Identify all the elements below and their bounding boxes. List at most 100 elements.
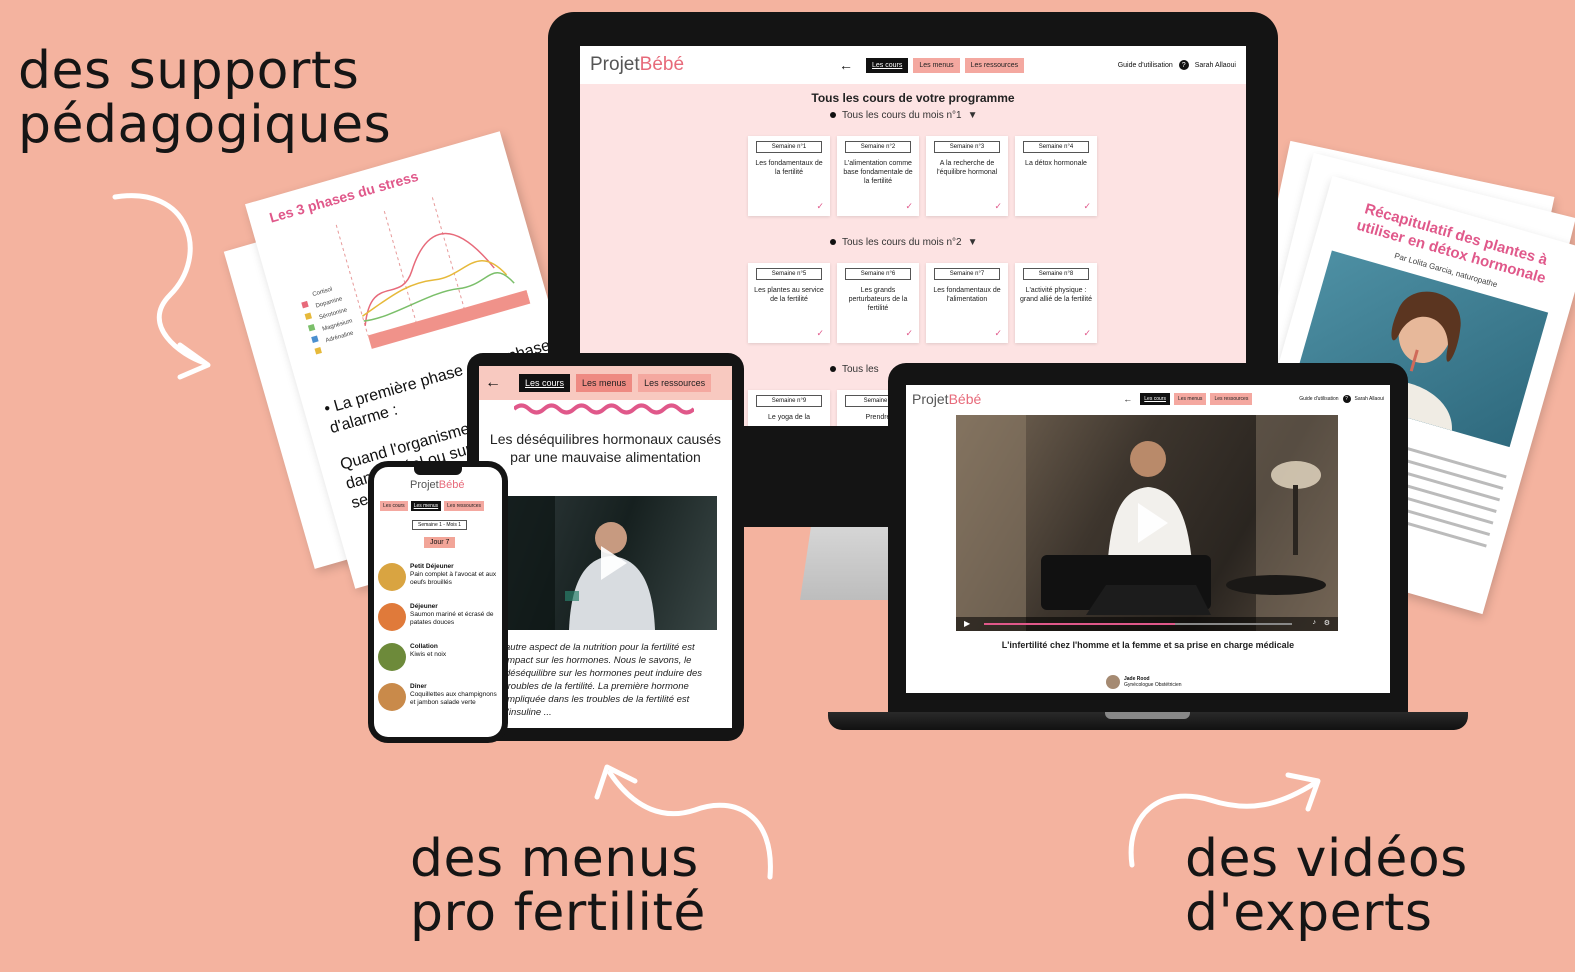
month-2-toggle[interactable]: Tous les cours du mois n°2 ▼: [830, 237, 978, 248]
video-controls: ▶ ⚙ ♪: [956, 617, 1338, 631]
meal-item[interactable]: Dîner Coquillettes aux champignons et jam…: [378, 683, 502, 711]
header-right: Guide d'utilisation ? Sarah Allaoui: [1118, 60, 1236, 70]
tab-cours[interactable]: Les cours: [1140, 393, 1170, 405]
volume-icon[interactable]: ♪: [1313, 619, 1317, 626]
settings-icon[interactable]: ⚙: [1324, 619, 1330, 627]
meal-text: Petit Déjeuner Pain complet à l'avocat et…: [410, 563, 502, 591]
meal-photo: [378, 683, 406, 711]
tab-cours[interactable]: Les cours: [866, 57, 909, 73]
logo[interactable]: ProjetBébé: [410, 479, 464, 491]
meal-desc: Saumon mariné et écrasé de patates douce…: [410, 611, 494, 626]
card-week-label: Semaine n°4: [1023, 141, 1089, 153]
tab-ressources[interactable]: Les ressources: [638, 374, 712, 392]
course-card[interactable]: Semaine n°2 L'alimentation comme base fon…: [837, 136, 919, 216]
course-card[interactable]: Semaine n°1 Les fondamentaux de la fertil…: [748, 136, 830, 216]
tab-menus[interactable]: Les menus: [576, 374, 633, 392]
check-icon: ✓: [1083, 201, 1091, 211]
video-screen: ProjetBébé ← Les cours Les menus Les res…: [906, 385, 1390, 693]
meal-item[interactable]: Collation Kiwis et noix: [378, 643, 446, 671]
card-title: Les fondamentaux de la fertilité: [755, 160, 823, 176]
help-icon[interactable]: ?: [1178, 60, 1189, 70]
check-icon: ✓: [905, 201, 913, 211]
card-title: La détox hormonale: [1025, 160, 1087, 167]
play-icon[interactable]: [601, 546, 627, 580]
curved-arrow-icon: [112, 193, 211, 380]
meal-photo: [378, 603, 406, 631]
phone: ProjetBébé Les cours Les menus Les resso…: [368, 461, 508, 743]
tab-ressources[interactable]: Les ressources: [444, 501, 485, 511]
card-title: L'alimentation comme base fondamentale d…: [843, 160, 913, 185]
month-3-toggle[interactable]: Tous les: [830, 364, 879, 375]
meal-photo: [378, 563, 406, 591]
app-header: ProjetBébé ← Les cours Les menus Les res…: [906, 385, 1390, 413]
card-week-label: Semaine n°6: [845, 268, 911, 280]
course-card[interactable]: Semaine n°3 A la recherche de l'équilibre…: [926, 136, 1008, 216]
card-title: Les fondamentaux de l'alimentation: [933, 287, 1001, 303]
video-title: L'infertilité chez l'homme et la femme e…: [1001, 640, 1295, 650]
month-label: Tous les cours du mois n°2: [842, 237, 962, 248]
main-nav: ← Les cours Les menus Les ressources: [839, 57, 1025, 73]
card-week-label: Semaine n°8: [1023, 268, 1089, 280]
month-1-toggle[interactable]: Tous les cours du mois n°1 ▼: [830, 110, 978, 121]
course-card[interactable]: Semaine n°5 Les plantes au service de la …: [748, 263, 830, 343]
meal-name: Collation: [410, 643, 438, 650]
tab-menus[interactable]: Les menus: [410, 501, 442, 511]
triangle-down-icon: ▼: [967, 237, 978, 248]
check-icon: ✓: [1083, 328, 1091, 338]
meal-name: Dîner: [410, 683, 427, 690]
course-card[interactable]: Semaine n°6 Les grands perturbateurs de l…: [837, 263, 919, 343]
card-title: Les grands perturbateurs de la fertilité: [848, 287, 908, 312]
caption-line: des supports: [18, 41, 360, 101]
meal-desc: Kiwis et noix: [410, 651, 447, 658]
play-icon[interactable]: [1138, 503, 1168, 543]
tab-menus[interactable]: Les menus: [913, 57, 960, 73]
back-arrow-icon[interactable]: ←: [839, 57, 853, 73]
tab-ressources[interactable]: Les ressources: [1210, 393, 1253, 405]
guide-link[interactable]: Guide d'utilisation: [1299, 396, 1338, 402]
meal-text: Collation Kiwis et noix: [410, 643, 446, 671]
user-name[interactable]: Sarah Allaoui: [1195, 62, 1236, 69]
tab-cours[interactable]: Les cours: [380, 501, 408, 511]
week-selector[interactable]: Semaine 1 - Mois 1: [412, 520, 468, 530]
page-title: Tous les cours de votre programme: [811, 91, 1015, 105]
card-title: Le yoga de la: [767, 414, 811, 421]
card-title: A la recherche de l'équilibre hormonal: [936, 160, 998, 176]
back-arrow-icon[interactable]: ←: [485, 374, 501, 392]
course-card[interactable]: Semaine n°8 L'activité physique : grand a…: [1015, 263, 1097, 343]
play-small-icon[interactable]: ▶: [964, 619, 970, 628]
caption-videos: des vidéos d'experts: [1185, 832, 1468, 940]
course-card[interactable]: Semaine n°7 Les fondamentaux de l'aliment…: [926, 263, 1008, 343]
back-arrow-icon[interactable]: ←: [1123, 394, 1132, 404]
meal-item[interactable]: Déjeuner Saumon mariné et écrasé de patat…: [378, 603, 502, 631]
course-card[interactable]: Semaine n°9 Le yoga de la: [748, 390, 830, 426]
course-card[interactable]: Semaine n°4 La détox hormonale ✓: [1015, 136, 1097, 216]
meal-name: Déjeuner: [410, 603, 438, 610]
meal-desc: Pain complet à l'avocat et aux oeufs bro…: [410, 571, 497, 586]
day-badge[interactable]: Jour 7: [424, 537, 456, 548]
meal-desc: Coquillettes aux champignons et jambon s…: [410, 691, 497, 706]
tab-menus[interactable]: Les menus: [1173, 393, 1207, 405]
tab-cours[interactable]: Les cours: [519, 374, 571, 392]
video-player[interactable]: ▶ ⚙ ♪: [956, 415, 1338, 631]
meal-item[interactable]: Petit Déjeuner Pain complet à l'avocat et…: [378, 563, 502, 591]
card-week-label: Semaine n°2: [845, 141, 911, 153]
app-header: ← Les cours Les menus Les ressources: [479, 366, 732, 400]
bullet-icon: [830, 366, 836, 373]
meal-name: Petit Déjeuner: [410, 563, 454, 570]
caption-line: des vidéos: [1185, 829, 1468, 889]
logo-text: Projet: [410, 479, 439, 491]
nutrition-screen: ← Les cours Les menus Les ressources Les…: [479, 366, 732, 728]
tab-ressources[interactable]: Les ressources: [964, 57, 1025, 73]
bullet-icon: [830, 112, 836, 119]
logo[interactable]: ProjetBébé: [912, 391, 981, 407]
menu-screen: ProjetBébé Les cours Les menus Les resso…: [374, 467, 502, 737]
user-name[interactable]: Sarah Allaoui: [1355, 396, 1384, 402]
help-icon[interactable]: ?: [1342, 395, 1351, 403]
header-right: Guide d'utilisation ? Sarah Allaoui: [1299, 395, 1384, 403]
video-progress-bar[interactable]: [984, 623, 1292, 625]
video-player[interactable]: [505, 496, 717, 630]
guide-link[interactable]: Guide d'utilisation: [1118, 62, 1173, 69]
logo-text: Bébé: [438, 479, 465, 491]
triangle-down-icon: ▼: [967, 110, 978, 121]
logo[interactable]: ProjetBébé: [590, 54, 684, 76]
